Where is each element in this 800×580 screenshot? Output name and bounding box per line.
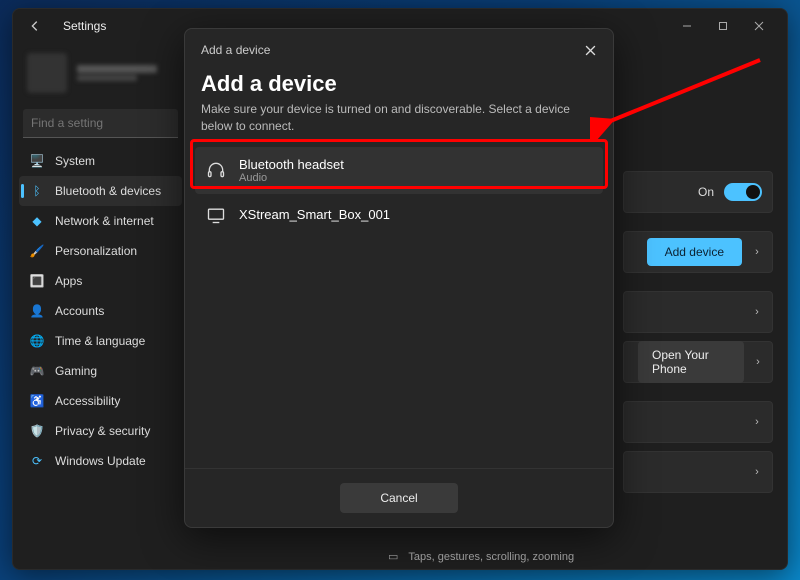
device-name: Bluetooth headset bbox=[239, 157, 344, 172]
sidebar-item-apps[interactable]: 🔳 Apps bbox=[13, 266, 188, 296]
sidebar-item-bluetooth[interactable]: ᛒ Bluetooth & devices bbox=[19, 176, 182, 206]
sidebar: 🖥️ System ᛒ Bluetooth & devices ◆ Network &… bbox=[13, 43, 188, 569]
sidebar-item-label: Accessibility bbox=[55, 394, 120, 408]
sidebar-item-update[interactable]: ⟳ Windows Update bbox=[13, 446, 188, 476]
wifi-icon: ◆ bbox=[29, 213, 45, 229]
gaming-icon: 🎮 bbox=[29, 363, 45, 379]
chevron-right-icon: › bbox=[754, 356, 762, 368]
system-icon: 🖥️ bbox=[29, 153, 45, 169]
bluetooth-state-label: On bbox=[698, 185, 714, 199]
user-info bbox=[77, 65, 157, 81]
sidebar-item-label: Apps bbox=[55, 274, 82, 288]
open-phone-button[interactable]: Open Your Phone bbox=[638, 341, 744, 383]
row-generic-1[interactable]: › bbox=[623, 291, 773, 333]
headset-icon bbox=[205, 159, 227, 181]
sidebar-item-accounts[interactable]: 👤 Accounts bbox=[13, 296, 188, 326]
row-generic-2[interactable]: › bbox=[623, 401, 773, 443]
close-button[interactable] bbox=[741, 12, 777, 40]
update-icon: ⟳ bbox=[29, 453, 45, 469]
time-icon: 🌐 bbox=[29, 333, 45, 349]
search-input[interactable] bbox=[23, 109, 178, 138]
brush-icon: 🖌️ bbox=[29, 243, 45, 259]
accessibility-icon: ♿ bbox=[29, 393, 45, 409]
device-sub: Audio bbox=[239, 172, 344, 184]
sidebar-item-network[interactable]: ◆ Network & internet bbox=[13, 206, 188, 236]
sidebar-item-label: Time & language bbox=[55, 334, 145, 348]
add-device-row[interactable]: Add device › bbox=[623, 231, 773, 273]
sidebar-item-label: System bbox=[55, 154, 95, 168]
avatar bbox=[27, 53, 67, 93]
sidebar-item-label: Privacy & security bbox=[55, 424, 150, 438]
row-generic-3[interactable]: › bbox=[623, 451, 773, 493]
modal-titlebar-label: Add a device bbox=[201, 43, 270, 57]
user-block[interactable] bbox=[13, 49, 188, 105]
sidebar-item-personalization[interactable]: 🖌️ Personalization bbox=[13, 236, 188, 266]
sidebar-item-label: Personalization bbox=[55, 244, 137, 258]
sidebar-item-privacy[interactable]: 🛡️ Privacy & security bbox=[13, 416, 188, 446]
privacy-icon: 🛡️ bbox=[29, 423, 45, 439]
display-icon bbox=[205, 204, 227, 226]
touchpad-row[interactable]: ▭ Taps, gestures, scrolling, zooming bbox=[388, 550, 574, 563]
apps-icon: 🔳 bbox=[29, 273, 45, 289]
bluetooth-toggle[interactable] bbox=[724, 183, 762, 201]
phone-row[interactable]: Open Your Phone › bbox=[623, 341, 773, 383]
chevron-right-icon: › bbox=[752, 466, 762, 478]
device-item-xstream[interactable]: XStream_Smart_Box_001 bbox=[195, 194, 603, 236]
chevron-right-icon: › bbox=[752, 416, 762, 428]
window-title: Settings bbox=[63, 19, 106, 33]
bluetooth-toggle-row[interactable]: On bbox=[623, 171, 773, 213]
modal-close-button[interactable] bbox=[579, 39, 601, 61]
chevron-right-icon: › bbox=[752, 306, 762, 318]
touchpad-icon: ▭ bbox=[388, 550, 398, 563]
bluetooth-icon: ᛒ bbox=[29, 183, 45, 199]
add-device-modal: Add a device Add a device Make sure your… bbox=[184, 28, 614, 528]
sidebar-item-time[interactable]: 🌐 Time & language bbox=[13, 326, 188, 356]
minimize-button[interactable] bbox=[669, 12, 705, 40]
accounts-icon: 👤 bbox=[29, 303, 45, 319]
sidebar-item-system[interactable]: 🖥️ System bbox=[13, 146, 188, 176]
device-name: XStream_Smart_Box_001 bbox=[239, 207, 390, 222]
sidebar-item-label: Windows Update bbox=[55, 454, 146, 468]
sidebar-item-label: Accounts bbox=[55, 304, 104, 318]
back-button[interactable] bbox=[23, 14, 47, 38]
sidebar-item-gaming[interactable]: 🎮 Gaming bbox=[13, 356, 188, 386]
touchpad-sub: Taps, gestures, scrolling, zooming bbox=[408, 551, 574, 563]
modal-title: Add a device bbox=[185, 65, 613, 101]
cancel-button[interactable]: Cancel bbox=[340, 483, 457, 513]
maximize-button[interactable] bbox=[705, 12, 741, 40]
sidebar-item-label: Network & internet bbox=[55, 214, 154, 228]
sidebar-item-label: Gaming bbox=[55, 364, 97, 378]
sidebar-item-accessibility[interactable]: ♿ Accessibility bbox=[13, 386, 188, 416]
chevron-right-icon: › bbox=[752, 246, 762, 258]
modal-subtitle: Make sure your device is turned on and d… bbox=[185, 101, 613, 147]
device-item-headset[interactable]: Bluetooth headset Audio bbox=[195, 147, 603, 194]
add-device-button[interactable]: Add device bbox=[647, 238, 742, 266]
search-box[interactable] bbox=[23, 109, 178, 138]
sidebar-item-label: Bluetooth & devices bbox=[55, 184, 161, 198]
